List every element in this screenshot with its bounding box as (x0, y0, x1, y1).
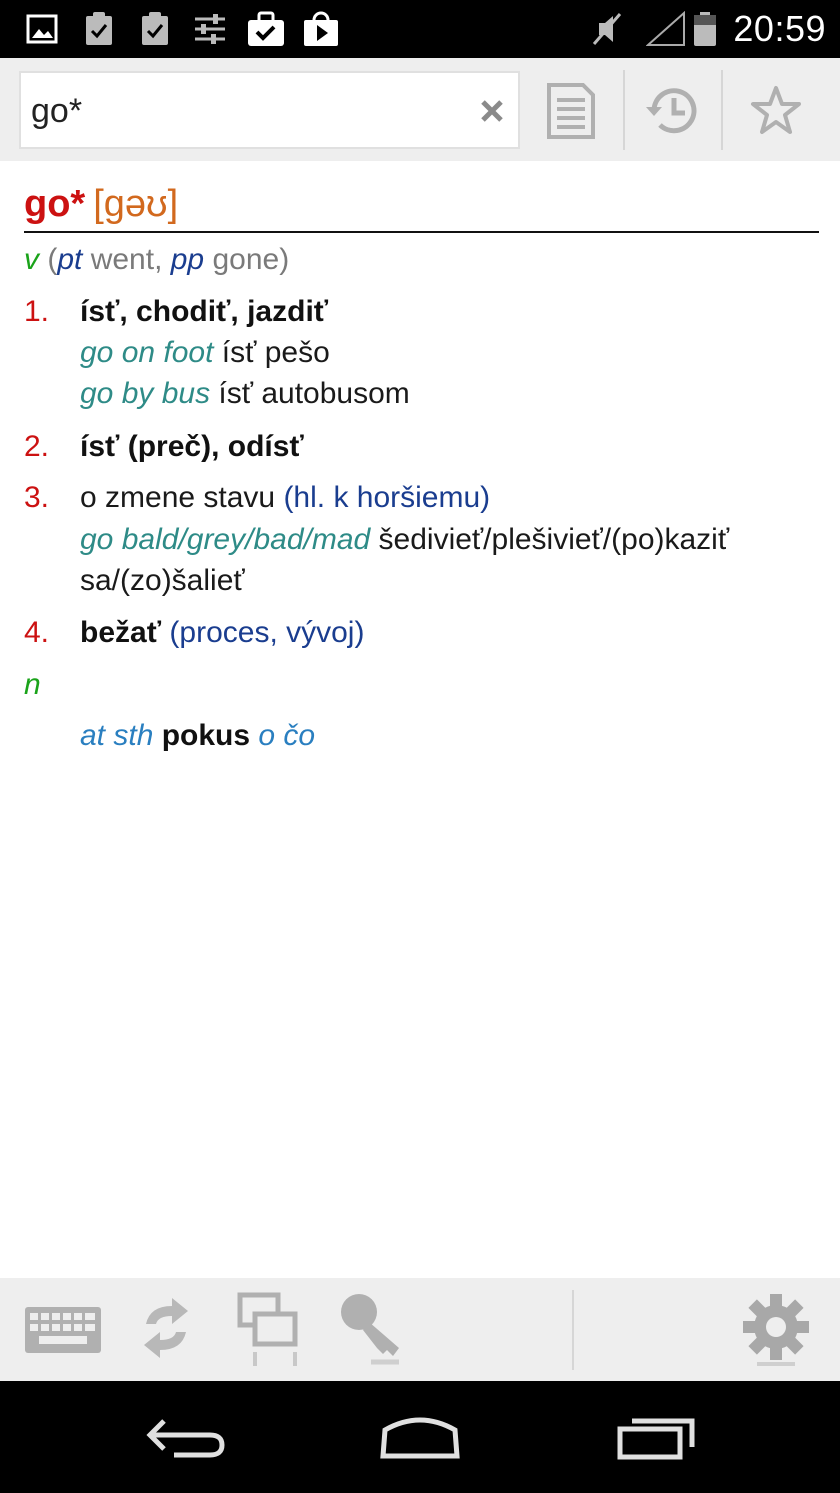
briefcase-check-icon (248, 11, 284, 46)
home-button[interactable] (370, 1407, 470, 1467)
recents-icon (617, 1418, 695, 1460)
star-icon (751, 86, 801, 134)
sense-translation: o zmene stavu (hl. k horšiemu) (80, 481, 491, 514)
example-line: go by bus ísť autobusom (80, 377, 410, 410)
example-line: go bald/grey/bad/mad šedivieť/plešivieť/… (80, 523, 730, 556)
keyboard-button[interactable] (18, 1288, 108, 1372)
search-box[interactable] (19, 71, 520, 149)
toolbar-divider (572, 1290, 574, 1370)
sense-number: 2. (24, 430, 50, 463)
toolbar-divider (623, 70, 625, 150)
sense-number: 4. (24, 616, 50, 649)
entry-header: go* [gəʊ] (24, 183, 819, 233)
close-icon (481, 100, 503, 122)
back-button[interactable] (136, 1407, 236, 1467)
headword: go* (24, 183, 86, 225)
license-key-button[interactable] (330, 1288, 414, 1372)
sense-translation: ísť (preč), odísť (80, 430, 304, 463)
clipboard-check-icon (142, 12, 168, 45)
example-line: at sth pokus o čo (80, 719, 316, 752)
part-of-speech: v (24, 243, 39, 276)
sense-translation: ísť, chodiť, jazdiť (80, 295, 329, 328)
recents-button[interactable] (606, 1407, 706, 1467)
search-input[interactable] (31, 89, 471, 133)
bottom-toolbar (0, 1278, 840, 1381)
dictionary-entry: go* [gəʊ] v (pt went, pp gone) 1. ísť, ch… (0, 161, 840, 1278)
search-toolbar (0, 58, 840, 161)
clock: 20:59 (733, 8, 826, 49)
sliders-icon (195, 14, 225, 44)
clear-search-button[interactable] (474, 93, 510, 129)
toolbar-divider (721, 70, 723, 150)
image-icon (26, 14, 58, 44)
home-icon (380, 1417, 460, 1459)
keyboard-icon (25, 1307, 101, 1353)
windows-icon (237, 1292, 298, 1366)
favorites-button[interactable] (731, 73, 821, 149)
signal-icon (646, 11, 685, 46)
history-icon (646, 88, 697, 134)
window-mode-button[interactable] (226, 1288, 310, 1372)
key-icon (341, 1294, 399, 1365)
play-bag-icon (304, 11, 338, 46)
example-continuation: sa/(zo)šalieť (80, 564, 245, 597)
swap-direction-button[interactable] (126, 1288, 206, 1372)
sense-translation: bežať (proces, vývoj) (80, 616, 365, 649)
noun-grammar-line: n (24, 668, 41, 702)
settings-button[interactable] (734, 1288, 818, 1372)
document-icon (547, 83, 595, 139)
gear-icon (743, 1294, 809, 1366)
verb-grammar-line: v (pt went, pp gone) (24, 243, 290, 276)
history-button[interactable] (628, 73, 718, 149)
battery-icon (694, 12, 716, 46)
back-icon (146, 1419, 225, 1458)
clipboard-check-icon (86, 12, 112, 45)
example-line: go on foot ísť pešo (80, 336, 330, 369)
swap-icon (144, 1298, 188, 1358)
sense-number: 3. (24, 481, 50, 514)
part-of-speech: n (24, 668, 41, 701)
article-view-button[interactable] (526, 73, 616, 149)
pronunciation: [gəʊ] (93, 183, 179, 225)
navigation-bar (0, 1381, 840, 1493)
mute-icon (592, 13, 622, 45)
sense-number: 1. (24, 295, 50, 328)
status-bar: 20:59 (0, 0, 840, 58)
